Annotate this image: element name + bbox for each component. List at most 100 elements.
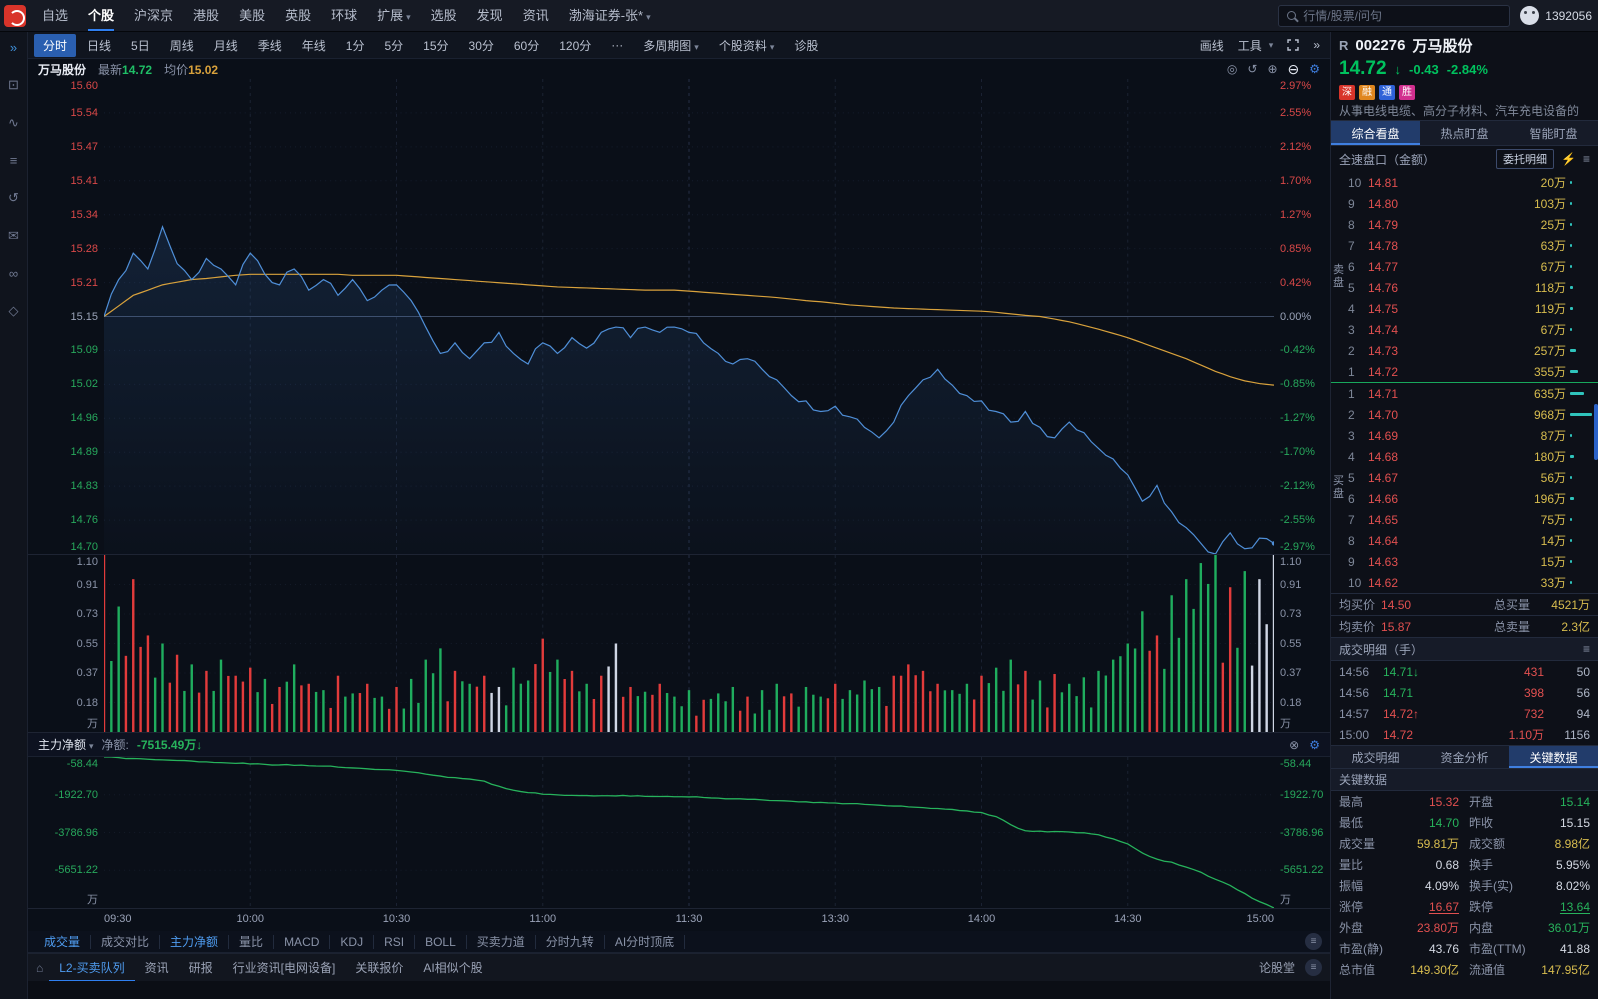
settings-gear-icon[interactable]: ⚙ bbox=[1309, 62, 1320, 76]
period-tab-3[interactable]: 周线 bbox=[161, 34, 203, 57]
indicator-tab-0[interactable]: 成交量 bbox=[34, 934, 92, 949]
collapse-right-icon[interactable]: » bbox=[1313, 38, 1320, 52]
forum-link[interactable]: 论股堂 bbox=[1259, 959, 1295, 976]
bottom-tab-0[interactable]: L2-买卖队列 bbox=[49, 954, 135, 982]
collapse-panel-icon[interactable]: » bbox=[10, 40, 17, 55]
detail-tab-1[interactable]: 资金分析 bbox=[1420, 746, 1509, 768]
key-data-value[interactable]: 16.67 bbox=[1393, 900, 1459, 914]
trade-row[interactable]: 15:00 14.72 1.10万 1156 bbox=[1331, 724, 1598, 745]
netflow-plot[interactable] bbox=[104, 757, 1274, 908]
close-circle-icon[interactable]: ⊗ bbox=[1289, 738, 1299, 752]
period-tab-12[interactable]: 120分 bbox=[550, 34, 600, 57]
indicator-tab-2[interactable]: 主力净额 bbox=[160, 934, 230, 949]
menu-stocks[interactable]: 个股 bbox=[78, 0, 124, 32]
volume-plot[interactable] bbox=[104, 555, 1274, 732]
bid-6[interactable]: 6 14.66 196万 bbox=[1346, 488, 1598, 509]
period-tab-4[interactable]: 月线 bbox=[205, 34, 247, 57]
panel-tab-1[interactable]: 热点盯盘 bbox=[1420, 121, 1509, 145]
menu-screener[interactable]: 选股 bbox=[421, 0, 467, 32]
more-periods-button[interactable]: ··· bbox=[602, 35, 632, 55]
period-tab-8[interactable]: 5分 bbox=[375, 34, 412, 57]
ask-5[interactable]: 5 14.76 118万 bbox=[1346, 277, 1598, 298]
menu-broker-account[interactable]: 渤海证券-张* ▾ bbox=[559, 0, 661, 32]
bid-8[interactable]: 8 14.64 14万 bbox=[1346, 530, 1598, 551]
bottom-tab-1[interactable]: 资讯 bbox=[135, 954, 179, 982]
news-list-icon[interactable]: ≡ bbox=[10, 153, 18, 168]
zoom-out-icon[interactable]: ⊖ bbox=[1288, 61, 1300, 78]
ask-1[interactable]: 1 14.72 355万 bbox=[1346, 361, 1598, 382]
indicator-tab-7[interactable]: BOLL bbox=[415, 934, 467, 949]
pulse-icon[interactable]: ∿ bbox=[8, 115, 19, 131]
period-tab-9[interactable]: 15分 bbox=[414, 34, 457, 57]
ask-10[interactable]: 10 14.81 20万 bbox=[1346, 172, 1598, 193]
period-tab-0[interactable]: 分时 bbox=[34, 33, 77, 57]
keyboard-wizard-button[interactable]: ≡ bbox=[1305, 933, 1322, 950]
ask-7[interactable]: 7 14.78 63万 bbox=[1346, 235, 1598, 256]
trade-row[interactable]: 14:56 14.71 398 56 bbox=[1331, 682, 1598, 703]
period-tab-7[interactable]: 1分 bbox=[337, 34, 374, 57]
app-logo[interactable] bbox=[4, 4, 26, 27]
draw-line-button[interactable]: 画线 bbox=[1200, 37, 1224, 54]
ask-8[interactable]: 8 14.79 25万 bbox=[1346, 214, 1598, 235]
period-tab-1[interactable]: 日线 bbox=[78, 34, 120, 57]
period-tab-2[interactable]: 5日 bbox=[122, 34, 159, 57]
link-icon[interactable]: ∞ bbox=[9, 266, 18, 281]
diagnose-button[interactable]: 诊股 bbox=[785, 34, 827, 57]
user-account[interactable]: 1392056 bbox=[1520, 6, 1592, 25]
ask-3[interactable]: 3 14.74 67万 bbox=[1346, 319, 1598, 340]
bid-4[interactable]: 4 14.68 180万 bbox=[1346, 446, 1598, 467]
replay-icon[interactable]: ◎ bbox=[1227, 62, 1237, 76]
bid-3[interactable]: 3 14.69 87万 bbox=[1346, 425, 1598, 446]
message-icon[interactable]: ✉ bbox=[8, 228, 19, 244]
indicator-tab-9[interactable]: 分时九转 bbox=[536, 934, 605, 949]
period-tab-6[interactable]: 年线 bbox=[293, 34, 335, 57]
menu-us[interactable]: 美股 bbox=[229, 0, 275, 32]
multi-period-dropdown[interactable]: 多周期图 ▾ bbox=[634, 34, 708, 57]
settings-gear-icon[interactable]: ⚙ bbox=[1309, 738, 1320, 752]
trade-row[interactable]: 14:56 14.71↓ 431 50 bbox=[1331, 661, 1598, 682]
indicator-tab-8[interactable]: 买卖力道 bbox=[467, 934, 536, 949]
bid-10[interactable]: 10 14.62 33万 bbox=[1346, 572, 1598, 593]
menu-uk[interactable]: 英股 bbox=[275, 0, 321, 32]
bid-1[interactable]: 1 14.71 635万 bbox=[1346, 383, 1598, 404]
indicator-tab-1[interactable]: 成交对比 bbox=[91, 934, 161, 949]
panel-tab-0[interactable]: 综合看盘 bbox=[1331, 121, 1420, 145]
bid-9[interactable]: 9 14.63 15万 bbox=[1346, 551, 1598, 572]
indicator-tab-6[interactable]: RSI bbox=[374, 934, 416, 949]
indicator-tab-3[interactable]: 量比 bbox=[229, 934, 275, 949]
sync-icon[interactable]: ↺ bbox=[8, 190, 19, 206]
ask-6[interactable]: 6 14.77 67万 bbox=[1346, 256, 1598, 277]
menu-hu-shen-jing[interactable]: 沪深京 bbox=[124, 0, 183, 32]
lightning-icon[interactable]: ⚡ bbox=[1561, 152, 1576, 166]
refresh-icon[interactable]: ↺ bbox=[1247, 62, 1257, 76]
monitor-icon[interactable]: ⊡ bbox=[8, 77, 19, 93]
tag-icon[interactable]: ◇ bbox=[9, 303, 19, 319]
period-tab-5[interactable]: 季线 bbox=[249, 34, 291, 57]
menu-hk[interactable]: 港股 bbox=[183, 0, 229, 32]
detail-tab-2[interactable]: 关键数据 bbox=[1509, 746, 1598, 768]
period-tab-10[interactable]: 30分 bbox=[460, 34, 503, 57]
price-plot[interactable] bbox=[104, 79, 1274, 554]
menu-extensions[interactable]: 扩展 ▾ bbox=[367, 0, 421, 32]
ask-4[interactable]: 4 14.75 119万 bbox=[1346, 298, 1598, 319]
ask-9[interactable]: 9 14.80 103万 bbox=[1346, 193, 1598, 214]
indicator-tab-4[interactable]: MACD bbox=[274, 934, 331, 949]
bottom-tab-2[interactable]: 研报 bbox=[179, 954, 223, 982]
bottom-tab-5[interactable]: AI相似个股 bbox=[413, 954, 492, 982]
menu-discover[interactable]: 发现 bbox=[467, 0, 513, 32]
indicator-tab-5[interactable]: KDJ bbox=[330, 934, 375, 949]
bid-2[interactable]: 2 14.70 968万 bbox=[1346, 404, 1598, 425]
bid-5[interactable]: 5 14.67 56万 bbox=[1346, 467, 1598, 488]
bottom-tab-3[interactable]: 行业资讯[电网设备] bbox=[223, 954, 346, 982]
stock-info-dropdown[interactable]: 个股资料 ▾ bbox=[710, 34, 784, 57]
menu-icon[interactable]: ≡ bbox=[1583, 642, 1590, 656]
order-detail-button[interactable]: 委托明细 bbox=[1496, 149, 1555, 169]
menu-icon[interactable]: ≡ bbox=[1583, 152, 1590, 166]
netflow-indicator-dropdown[interactable]: 主力净额 ▾ bbox=[38, 736, 94, 753]
assistant-button[interactable]: ≡ bbox=[1305, 959, 1322, 976]
detail-tab-0[interactable]: 成交明细 bbox=[1331, 746, 1420, 768]
trade-row[interactable]: 14:57 14.72↑ 732 94 bbox=[1331, 703, 1598, 724]
key-data-value[interactable]: 13.64 bbox=[1533, 900, 1590, 914]
bid-7[interactable]: 7 14.65 75万 bbox=[1346, 509, 1598, 530]
scrollbar-thumb[interactable] bbox=[1594, 403, 1598, 460]
